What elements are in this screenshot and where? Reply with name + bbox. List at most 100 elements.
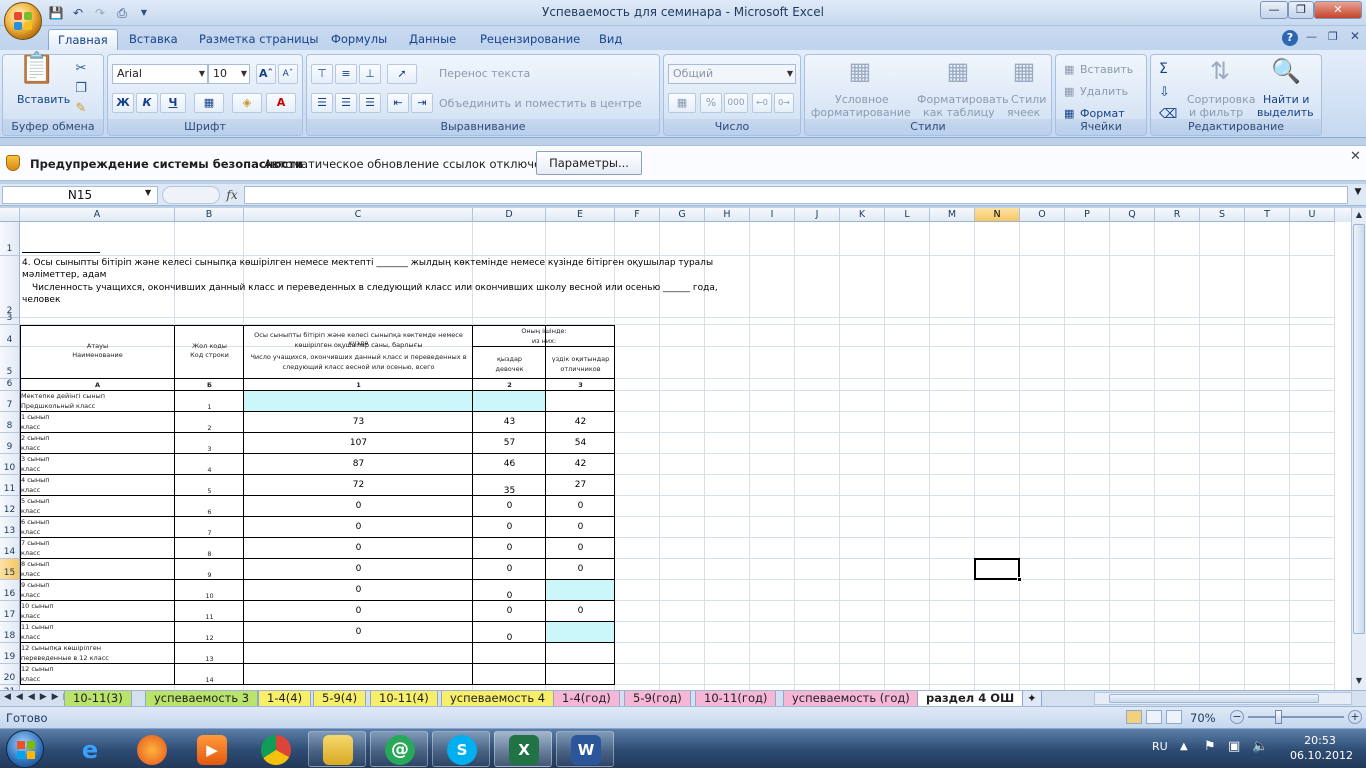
- scroll-down-icon[interactable]: ▼: [1353, 676, 1365, 688]
- taskbar-ie[interactable]: e: [60, 731, 118, 767]
- horizontal-scroll-thumb[interactable]: [1109, 694, 1319, 703]
- clock-time[interactable]: 20:53: [1290, 734, 1350, 747]
- align-bottom-icon[interactable]: ⊥: [359, 64, 381, 84]
- clock-date[interactable]: 06.10.2012: [1290, 749, 1353, 762]
- worksheet-grid[interactable]: ABCDEFGHIJKLMNOPQRSTU 1 2 3 4 5 6 7 8 9 10 11 12 13 1…: [0, 208, 1351, 690]
- bold-button[interactable]: Ж: [112, 93, 134, 113]
- network-icon[interactable]: ▣: [1228, 739, 1240, 754]
- taskbar-chrome[interactable]: [246, 731, 304, 767]
- font-color-icon[interactable]: A: [266, 93, 296, 113]
- office-button[interactable]: [4, 2, 42, 40]
- highlight-cell[interactable]: [546, 622, 615, 643]
- taskbar-skype[interactable]: S: [432, 731, 490, 767]
- insert-cells-button[interactable]: Вставить: [1080, 63, 1133, 76]
- sheet-tab-10-11-4[interactable]: 10-11(4): [370, 691, 438, 707]
- italic-button[interactable]: К: [136, 93, 158, 113]
- highlight-cell[interactable]: [244, 391, 473, 412]
- sheet-tab-10-11-3[interactable]: 10-11(3): [64, 691, 132, 707]
- conditional-format-icon[interactable]: ▦: [845, 59, 875, 83]
- borders-icon[interactable]: ▦: [194, 93, 224, 113]
- sheet-tab-5-9-4[interactable]: 5-9(4): [313, 691, 367, 707]
- page-layout-view-icon[interactable]: [1146, 710, 1162, 724]
- find-select-line1[interactable]: Найти и: [1263, 93, 1309, 106]
- cell-styles-icon[interactable]: ▦: [1009, 59, 1039, 83]
- cell-styles-line1[interactable]: Стили: [1011, 93, 1046, 106]
- wrap-text-button[interactable]: Перенос текста: [439, 67, 530, 80]
- highlight-cell[interactable]: [473, 391, 546, 412]
- tab-page-layout[interactable]: Разметка страницы: [190, 29, 327, 50]
- font-name-combo[interactable]: Arial ▼: [112, 64, 208, 84]
- paste-button-label[interactable]: Вставить: [17, 93, 70, 106]
- zoom-in-icon[interactable]: +: [1348, 710, 1362, 724]
- close-button[interactable]: ✕: [1314, 1, 1362, 19]
- formula-input[interactable]: [244, 186, 1348, 204]
- taskbar-explorer[interactable]: [308, 731, 366, 767]
- grow-font-icon[interactable]: Aˆ: [256, 64, 276, 84]
- sheet-tab-10-11-god[interactable]: 10-11(год): [695, 691, 777, 707]
- cell-styles-line2[interactable]: ячеек: [1007, 106, 1040, 119]
- sort-filter-icon[interactable]: ⇅: [1203, 59, 1237, 83]
- conditional-format-line1[interactable]: Условное: [835, 93, 889, 106]
- decrease-decimal-icon[interactable]: 0→: [774, 93, 794, 113]
- maximize-button[interactable]: ❐: [1288, 1, 1314, 19]
- sort-filter-line2[interactable]: и фильтр: [1189, 106, 1243, 119]
- conditional-format-line2[interactable]: форматирование: [811, 106, 911, 119]
- number-format-combo[interactable]: Общий ▼: [668, 64, 796, 84]
- sheet-tab-1-4-4[interactable]: 1-4(4): [258, 691, 312, 707]
- sheet-tab-uspevaemost-3[interactable]: успеваемость 3: [145, 691, 259, 707]
- align-right-icon[interactable]: ☰: [359, 93, 381, 113]
- percent-button[interactable]: %: [700, 93, 722, 113]
- find-select-line2[interactable]: выделить: [1257, 106, 1314, 119]
- flag-icon[interactable]: ⚑: [1204, 739, 1216, 754]
- autosum-icon[interactable]: Σ: [1159, 61, 1168, 77]
- sheet-tab-uspevaemost-god[interactable]: успеваемость (год): [783, 691, 919, 707]
- font-size-combo[interactable]: 10 ▼: [208, 64, 250, 84]
- zoom-out-icon[interactable]: −: [1230, 710, 1244, 724]
- decrease-indent-icon[interactable]: ⇤: [387, 93, 409, 113]
- formula-bar-expand-icon[interactable]: ▼: [1352, 187, 1364, 203]
- format-table-line1[interactable]: Форматировать: [917, 93, 1009, 106]
- vertical-scrollbar[interactable]: ▲ ▼: [1351, 208, 1366, 690]
- align-center-icon[interactable]: ☰: [335, 93, 357, 113]
- normal-view-icon[interactable]: [1126, 710, 1142, 724]
- zoom-slider-thumb[interactable]: [1275, 710, 1282, 724]
- increase-decimal-icon[interactable]: ←0: [752, 93, 772, 113]
- name-box-dropdown-icon[interactable]: ▼: [145, 188, 151, 197]
- security-bar-close-icon[interactable]: ✕: [1350, 149, 1361, 164]
- merge-center-button[interactable]: Объединить и поместить в центре: [439, 97, 642, 110]
- sheet-tab-uspevaemost-4[interactable]: успеваемость 4: [441, 691, 555, 707]
- volume-icon[interactable]: 🔈: [1252, 739, 1268, 754]
- tab-data[interactable]: Данные: [400, 29, 465, 50]
- shrink-font-icon[interactable]: Aˇ: [278, 64, 298, 84]
- format-painter-icon[interactable]: ✎: [71, 97, 91, 121]
- start-button[interactable]: [6, 730, 44, 768]
- scroll-up-icon[interactable]: ▲: [1353, 210, 1365, 222]
- language-indicator[interactable]: RU: [1152, 740, 1168, 753]
- fill-handle[interactable]: [1017, 577, 1022, 582]
- thousands-button[interactable]: 000: [724, 93, 748, 113]
- taskbar-media-player[interactable]: ▶: [182, 731, 240, 767]
- scroll-thumb[interactable]: [1353, 224, 1365, 634]
- insert-cells-icon[interactable]: ▦: [1064, 63, 1074, 76]
- ribbon-minimize-icon[interactable]: —: [1306, 30, 1317, 43]
- help-icon[interactable]: ?: [1282, 30, 1298, 46]
- tab-view[interactable]: Вид: [590, 29, 631, 50]
- tab-formulas[interactable]: Формулы: [322, 29, 396, 50]
- insert-function-button[interactable]: fx: [222, 186, 242, 204]
- taskbar-firefox[interactable]: [122, 731, 180, 767]
- increase-indent-icon[interactable]: ⇥: [411, 93, 433, 113]
- name-box[interactable]: N15: [2, 186, 158, 204]
- fill-icon[interactable]: ⇩: [1159, 85, 1170, 100]
- horizontal-scrollbar[interactable]: [1094, 692, 1352, 705]
- zoom-level[interactable]: 70%: [1190, 711, 1216, 725]
- currency-icon[interactable]: ▦: [668, 93, 696, 113]
- delete-cells-button[interactable]: Удалить: [1080, 85, 1128, 98]
- align-middle-icon[interactable]: ≡: [335, 64, 357, 84]
- insert-sheet-icon[interactable]: ✦: [1022, 691, 1042, 707]
- paste-icon[interactable]: 📋: [17, 54, 57, 91]
- tab-review[interactable]: Рецензирование: [471, 29, 589, 50]
- format-table-line2[interactable]: как таблицу: [923, 106, 995, 119]
- orientation-icon[interactable]: ➚: [387, 64, 417, 84]
- workbook-close-icon[interactable]: ✕: [1350, 29, 1360, 43]
- sort-filter-line1[interactable]: Сортировка: [1187, 93, 1256, 106]
